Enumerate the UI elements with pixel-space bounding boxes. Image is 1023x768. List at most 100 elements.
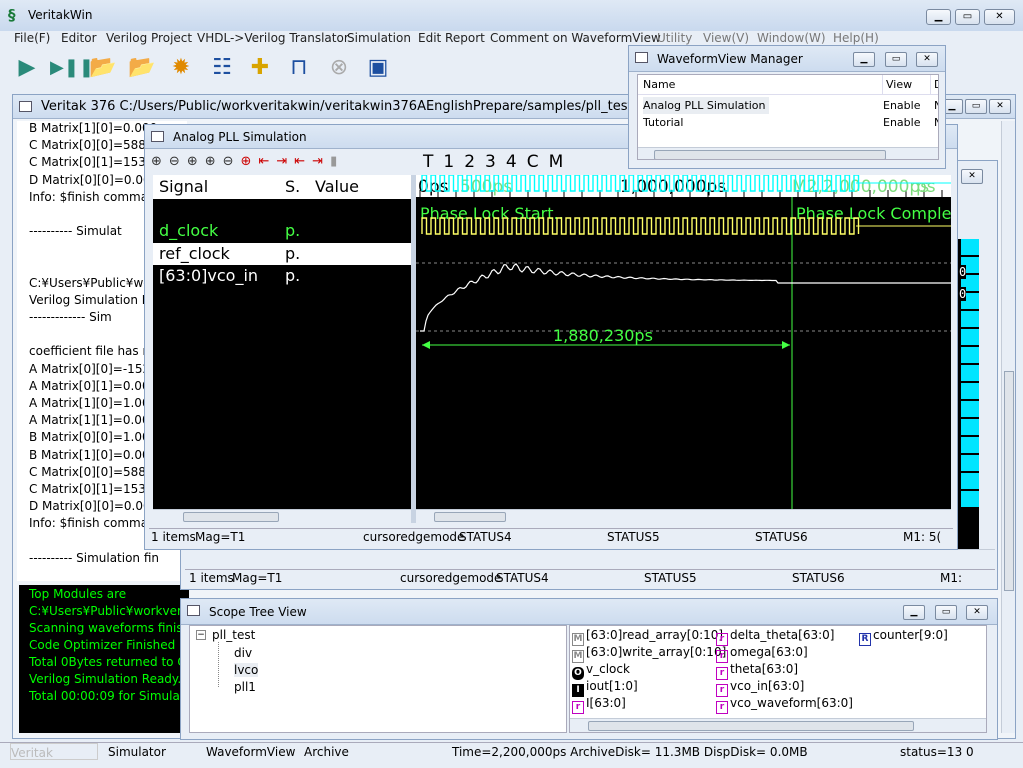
manager-minimize-button[interactable]: ▁ bbox=[853, 52, 875, 67]
tree-root[interactable]: pll_test bbox=[212, 628, 255, 642]
maximize-button[interactable]: ▭ bbox=[955, 9, 980, 25]
marker-icon[interactable]: ▮ bbox=[330, 154, 344, 169]
manager-row[interactable]: Tutorial Enable N bbox=[638, 114, 938, 131]
cursor-jump-icon[interactable]: ⇤ bbox=[294, 154, 312, 169]
manager-hscroll[interactable] bbox=[638, 147, 938, 159]
col-name[interactable]: Name bbox=[643, 75, 675, 95]
cursor-end-icon[interactable]: ⇥ bbox=[312, 154, 330, 169]
menu-edit-report[interactable]: Edit Report bbox=[418, 31, 485, 45]
menu-utility[interactable]: Utility bbox=[657, 31, 692, 45]
port-hscroll-thumb[interactable] bbox=[588, 721, 914, 731]
status-simulator[interactable]: Simulator bbox=[108, 743, 166, 762]
zoom-cursor-icon[interactable]: ⊕ bbox=[241, 154, 259, 169]
col-view[interactable]: View bbox=[882, 75, 912, 95]
save-icon[interactable]: ▣ bbox=[363, 53, 393, 83]
s-col-header[interactable]: S. bbox=[285, 175, 300, 199]
signal-hscroll[interactable] bbox=[153, 509, 411, 523]
zoom-region-icon[interactable]: ⊕ bbox=[205, 154, 223, 169]
wave-hscroll-thumb[interactable] bbox=[434, 512, 506, 522]
port-item[interactable]: M [63:0]write_array[0:10] bbox=[572, 644, 726, 663]
close-button[interactable]: ✕ bbox=[984, 9, 1015, 25]
step-pause-icon[interactable]: ▶❚❚ bbox=[50, 53, 94, 83]
col-d[interactable]: D bbox=[930, 75, 938, 95]
folder-run-icon[interactable]: 📂 bbox=[127, 53, 157, 83]
port-item[interactable]: r theta[63:0] bbox=[716, 661, 798, 680]
cursor-3[interactable]: 3 bbox=[485, 152, 496, 172]
behind-status-bar: 1 items Mag=T1 cursoredgemode STATUS4 ST… bbox=[185, 569, 995, 587]
port-item[interactable]: r vco_waveform[63:0] bbox=[716, 695, 853, 714]
menu-help[interactable]: Help(H) bbox=[833, 31, 879, 45]
menu-simulation[interactable]: Simulation bbox=[347, 31, 411, 45]
scope-minimize-button[interactable]: ▁ bbox=[903, 605, 925, 620]
cursor-C[interactable]: C bbox=[527, 152, 539, 172]
project-close-button[interactable]: ✕ bbox=[989, 99, 1011, 114]
menu-editor[interactable]: Editor bbox=[61, 31, 97, 45]
tree-icon[interactable]: ☷ bbox=[207, 53, 237, 83]
port-item[interactable]: Ov_clock bbox=[572, 661, 630, 680]
folder-load-icon[interactable]: 📂 bbox=[88, 53, 118, 83]
tree-collapse-icon[interactable]: − bbox=[196, 630, 206, 640]
cursor-right-icon[interactable]: ⇥ bbox=[276, 154, 294, 169]
manager-close-button[interactable]: ✕ bbox=[916, 52, 938, 67]
project-restore-button[interactable]: ▭ bbox=[965, 99, 987, 114]
gear-sun-icon[interactable]: ✹ bbox=[166, 53, 196, 83]
status-archive[interactable]: Archive bbox=[304, 743, 349, 762]
zoom-fit-icon[interactable]: ⊕ bbox=[187, 154, 205, 169]
status-waveform[interactable]: WaveformView bbox=[206, 743, 295, 762]
log-output: Top Modules are C:¥Users¥Public¥workveri… bbox=[19, 585, 189, 733]
add-signal-icon[interactable]: ✚ bbox=[245, 53, 275, 83]
menu-file[interactable]: File(F) bbox=[14, 31, 50, 45]
menu-window[interactable]: Window(W) bbox=[757, 31, 826, 45]
stop-icon[interactable]: ⊗ bbox=[324, 53, 354, 83]
signal-hscroll-thumb[interactable] bbox=[183, 512, 279, 522]
manager-row[interactable]: Analog PLL Simulation Enable N bbox=[638, 97, 938, 114]
cursor-left-icon[interactable]: ⇤ bbox=[258, 154, 276, 169]
zoom-in-icon[interactable]: ⊕ bbox=[151, 154, 169, 169]
cursor-1[interactable]: 1 bbox=[443, 152, 454, 172]
behind-close-button[interactable]: ✕ bbox=[961, 169, 983, 184]
cursor-M[interactable]: M bbox=[549, 152, 564, 172]
menu-vhdl-translator[interactable]: VHDL->Verilog Translator bbox=[197, 31, 349, 45]
manager-hscroll-thumb[interactable] bbox=[654, 150, 886, 159]
signal-row[interactable]: [63:0]vco_in p. bbox=[153, 266, 411, 286]
signal-s: p. bbox=[285, 266, 301, 285]
manager-restore-button[interactable]: ▭ bbox=[885, 52, 907, 67]
value-col-header[interactable]: Value bbox=[315, 175, 359, 199]
tree-child[interactable]: pll1 bbox=[234, 680, 256, 694]
minimize-button[interactable]: ▁ bbox=[926, 9, 951, 25]
wave-hscroll[interactable] bbox=[416, 509, 951, 523]
port-hscroll[interactable] bbox=[570, 718, 986, 732]
wave-icon[interactable]: ⊓ bbox=[284, 53, 314, 83]
port-item[interactable]: r omega[63:0] bbox=[716, 644, 808, 663]
menu-verilog-project[interactable]: Verilog Project bbox=[106, 31, 192, 45]
play-icon[interactable]: ▶ bbox=[12, 53, 42, 83]
tree-child[interactable]: lvco bbox=[234, 663, 259, 677]
behind-hscroll[interactable] bbox=[185, 549, 995, 563]
signal-col-header[interactable]: Signal bbox=[159, 175, 208, 199]
window-icon bbox=[19, 101, 32, 112]
cursor-4[interactable]: 4 bbox=[506, 152, 517, 172]
port-item[interactable]: Rcounter[9:0] bbox=[859, 627, 948, 646]
port-item[interactable]: r I[63:0] bbox=[572, 695, 626, 714]
scope-restore-button[interactable]: ▭ bbox=[935, 605, 957, 620]
port-item[interactable]: r delta_theta[63:0] bbox=[716, 627, 834, 646]
menu-view[interactable]: View(V) bbox=[703, 31, 749, 45]
port-item[interactable]: r vco_in[63:0] bbox=[716, 678, 804, 697]
menu-comment-waveform[interactable]: Comment on WaveformView bbox=[490, 31, 661, 45]
waveform-pane[interactable]: 0ps 500ps 1,000,000ps M2,2,000,000pspsPhase… bbox=[416, 175, 951, 509]
project-scrollbar[interactable] bbox=[1001, 121, 1015, 733]
cursor-2[interactable]: 2 bbox=[464, 152, 475, 172]
port-item[interactable]: M [63:0]read_array[0:10] bbox=[572, 627, 723, 646]
zoom-out-icon[interactable]: ⊖ bbox=[169, 154, 187, 169]
ruler-label-ghost: 500ps bbox=[460, 177, 512, 197]
signal-row[interactable]: d_clock p. bbox=[153, 221, 411, 241]
annotation-start: Phase Lock Start.. bbox=[420, 204, 564, 223]
signal-row-selected[interactable]: ref_clock p. bbox=[153, 243, 411, 265]
scope-close-button[interactable]: ✕ bbox=[966, 605, 988, 620]
cursor-T[interactable]: T bbox=[423, 152, 433, 172]
app-title: VeritakWin bbox=[28, 8, 93, 22]
zoom-back-icon[interactable]: ⊖ bbox=[223, 154, 241, 169]
port-item[interactable]: Iiout[1:0] bbox=[572, 678, 638, 697]
project-scrollbar-thumb[interactable] bbox=[1004, 371, 1014, 591]
tree-child[interactable]: div bbox=[234, 646, 252, 660]
